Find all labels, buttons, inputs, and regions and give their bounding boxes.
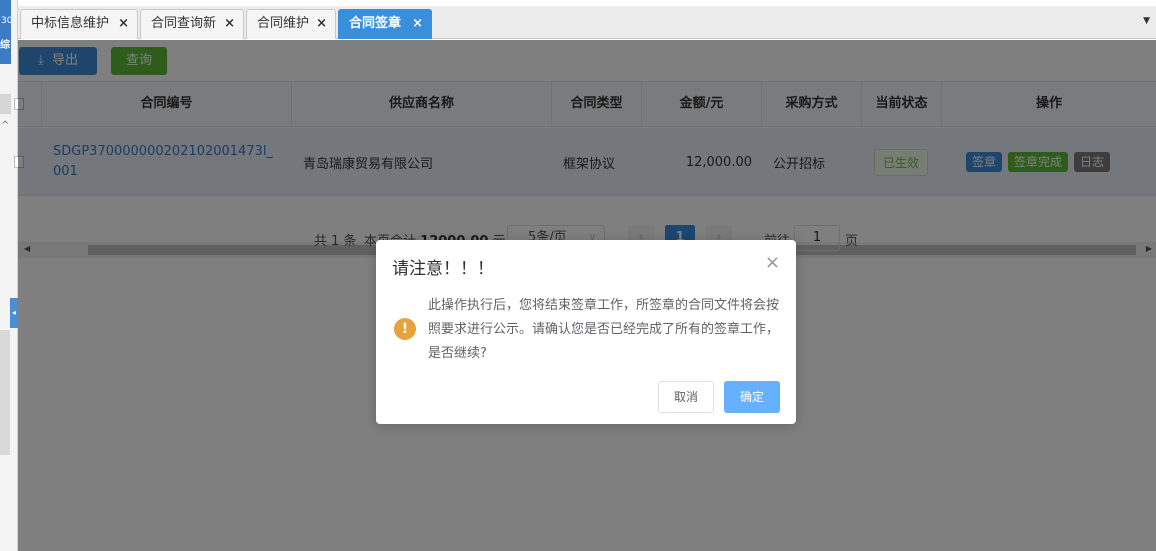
chevron-up-icon[interactable]: ^ (1, 120, 9, 131)
left-top-text: 300 (1, 16, 11, 26)
tab-bar: 中标信息维护 × 合同查询新 × 合同维护 × 合同签章 × ▼ (18, 6, 1156, 39)
left-menu-row[interactable] (0, 94, 11, 114)
dialog-title: 请注意！！！ (392, 259, 494, 279)
left-scrollbar[interactable] (0, 330, 10, 455)
cancel-button[interactable]: 取消 (658, 381, 714, 413)
sidebar-collapse-handle[interactable]: ◂ (10, 298, 18, 328)
left-menu-header[interactable]: 300 综 (0, 0, 11, 64)
close-icon[interactable]: × (412, 10, 423, 38)
confirm-button[interactable]: 确定 (724, 381, 780, 413)
close-icon[interactable]: × (224, 10, 235, 38)
tab-label: 合同签章 (349, 16, 402, 31)
tab-contract-maintain[interactable]: 合同维护 × (246, 9, 336, 39)
tab-contract-query[interactable]: 合同查询新 × (140, 9, 244, 39)
tab-bid-info[interactable]: 中标信息维护 × (20, 9, 138, 39)
tab-label: 合同维护 (257, 16, 310, 31)
tab-contract-sign[interactable]: 合同签章 × (338, 9, 432, 39)
close-icon[interactable]: × (118, 10, 129, 38)
close-icon[interactable]: × (316, 10, 327, 38)
warning-icon: ! (394, 318, 416, 340)
confirm-dialog: 请注意！！！ × ! 此操作执行后，您将结束签章工作，所签章的合同文件将会按照要… (376, 240, 796, 424)
dialog-message: 此操作执行后，您将结束签章工作，所签章的合同文件将会按照要求进行公示。请确认您是… (428, 298, 780, 361)
left-sidebar-strip: 300 综 ^ ◂ (0, 0, 18, 551)
tab-label: 中标信息维护 (31, 16, 110, 31)
caret-down-icon[interactable]: ▼ (1143, 16, 1150, 26)
close-icon[interactable]: × (765, 254, 780, 272)
tab-label: 合同查询新 (151, 16, 217, 31)
left-top-glyph: 综 (0, 40, 10, 51)
